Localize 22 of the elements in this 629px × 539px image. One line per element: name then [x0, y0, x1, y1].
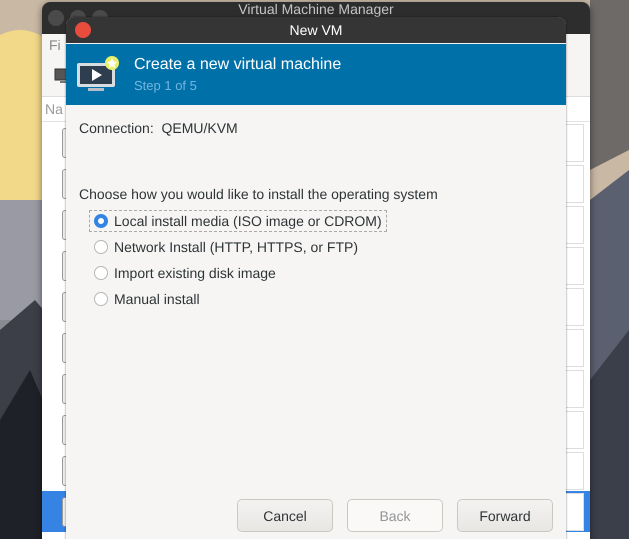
window-title: Virtual Machine Manager	[237, 2, 395, 17]
radio-button[interactable]	[94, 240, 108, 254]
radio-button[interactable]	[94, 292, 108, 306]
close-button[interactable]	[75, 22, 91, 38]
radio-button[interactable]	[94, 214, 108, 228]
connection-label: Connection: QEMU/KVM	[79, 120, 239, 136]
radio-option[interactable]: Network Install (HTTP, HTTPS, or FTP)	[89, 236, 363, 258]
option-label: Local install media (ISO image or CDROM)	[114, 213, 382, 229]
step-indicator: Step 1 of 5	[134, 78, 198, 93]
radio-option[interactable]: Local install media (ISO image or CDROM)	[89, 210, 387, 232]
radio-option[interactable]: Manual install	[89, 288, 205, 310]
window-button[interactable]	[48, 10, 64, 26]
window-title: New VM	[290, 22, 342, 38]
option-label: Manual install	[114, 291, 200, 307]
radio-option[interactable]: Import existing disk image	[89, 262, 281, 284]
dialog-button[interactable]: Cancel	[237, 499, 333, 532]
header-title: Create a new virtual machine	[134, 56, 342, 74]
install-prompt: Choose how you would like to install the operating system	[79, 186, 439, 202]
dialog-button[interactable]: Forward	[457, 499, 553, 532]
radio-button[interactable]	[94, 266, 108, 280]
option-label: Network Install (HTTP, HTTPS, or FTP)	[114, 239, 358, 255]
option-label: Import existing disk image	[114, 265, 276, 281]
